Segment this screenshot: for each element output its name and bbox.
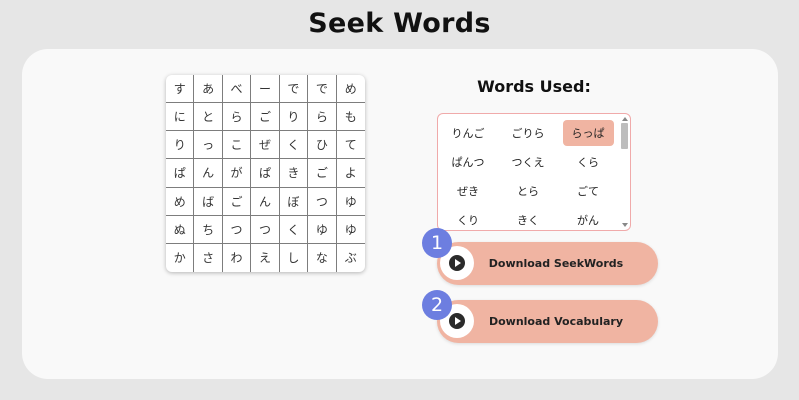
grid-cell[interactable]: あ: [194, 75, 223, 104]
grid-cell[interactable]: で: [308, 75, 337, 104]
grid-cell[interactable]: ご: [251, 103, 280, 132]
letter-grid: すあべーででめにとらごりらもりっこぜくひてぱんがぱきごよめばごんぼつゆぬちつつく…: [166, 75, 365, 272]
grid-cell[interactable]: ご: [308, 159, 337, 188]
word-label: らっぱ: [562, 119, 614, 146]
grid-cell[interactable]: っ: [194, 131, 223, 160]
grid-cell[interactable]: め: [336, 75, 365, 104]
grid-cell[interactable]: つ: [308, 187, 337, 216]
play-icon: [449, 313, 465, 329]
word-label: とら: [517, 184, 539, 198]
grid-cell[interactable]: し: [280, 243, 309, 272]
grid-cell[interactable]: ぶ: [337, 244, 365, 272]
grid-cell[interactable]: べ: [222, 75, 252, 104]
grid-cell[interactable]: め: [166, 187, 195, 216]
words-list-scrollbar[interactable]: [620, 116, 629, 228]
word-label: ぱんつ: [451, 155, 485, 169]
word-item[interactable]: くり: [438, 205, 498, 230]
word-item[interactable]: ごりら: [498, 118, 558, 147]
grid-cell[interactable]: ぱ: [251, 159, 280, 188]
grid-cell[interactable]: ん: [194, 159, 223, 188]
download-seekwords-button[interactable]: Download SeekWords: [437, 242, 658, 285]
word-label: つくえ: [511, 155, 545, 169]
word-label: ごて: [576, 184, 600, 198]
word-item[interactable]: らっぱ: [558, 118, 618, 147]
grid-cell[interactable]: ら: [308, 103, 337, 132]
grid-cell[interactable]: ゆ: [308, 215, 337, 244]
word-item[interactable]: ぜき: [438, 176, 498, 205]
grid-cell[interactable]: も: [336, 103, 365, 132]
grid-cell[interactable]: こ: [222, 131, 252, 160]
grid-cell[interactable]: ゆ: [336, 216, 365, 244]
scroll-thumb[interactable]: [621, 123, 628, 149]
page-title: Seek Words: [308, 8, 491, 39]
word-item[interactable]: ぱんつ: [438, 147, 498, 176]
word-label: ぜき: [457, 184, 479, 198]
download-vocabulary-button[interactable]: Download Vocabulary: [437, 300, 658, 343]
word-label: りんご: [451, 126, 485, 140]
main-panel: [22, 49, 778, 379]
download-seekwords-label: Download SeekWords: [488, 257, 624, 270]
grid-cell[interactable]: ご: [222, 187, 252, 216]
grid-cell[interactable]: が: [222, 159, 252, 188]
play-triangle-icon: [455, 317, 461, 325]
grid-cell[interactable]: り: [279, 103, 309, 132]
grid-cell[interactable]: ば: [194, 187, 223, 216]
grid-cell[interactable]: き: [279, 159, 309, 188]
step-badge-2: 2: [422, 290, 452, 320]
grid-cell[interactable]: と: [194, 103, 223, 132]
grid-cell[interactable]: り: [166, 131, 195, 160]
grid-cell[interactable]: ぱ: [166, 159, 195, 188]
grid-cell[interactable]: わ: [223, 243, 252, 272]
word-item[interactable]: きく: [498, 205, 558, 230]
play-icon: [449, 255, 465, 271]
download-vocabulary-label: Download Vocabulary: [488, 315, 624, 328]
grid-cell[interactable]: に: [166, 103, 195, 132]
scroll-down-arrow-icon[interactable]: [622, 223, 628, 227]
grid-cell[interactable]: ぬ: [166, 215, 195, 244]
grid-cell[interactable]: つ: [222, 215, 252, 244]
word-item[interactable]: くら: [558, 147, 618, 176]
words-list-grid: りんご ごりら らっぱぱんつ つくえ くらぜき とら ごてくり きく がん: [438, 118, 618, 230]
word-label: くら: [577, 155, 599, 169]
words-used-title: Words Used:: [477, 77, 591, 96]
words-list[interactable]: りんご ごりら らっぱぱんつ つくえ くらぜき とら ごてくり きく がん: [437, 113, 631, 231]
word-item[interactable]: りんご: [438, 118, 498, 147]
grid-cell[interactable]: す: [166, 75, 195, 104]
step-badge-1: 1: [422, 228, 452, 258]
grid-cell[interactable]: さ: [194, 243, 223, 272]
grid-cell[interactable]: ぜ: [251, 131, 280, 160]
grid-cell[interactable]: て: [336, 131, 365, 160]
word-label: ごりら: [511, 126, 545, 140]
word-label: がん: [577, 213, 599, 227]
grid-cell[interactable]: か: [166, 243, 195, 272]
grid-cell[interactable]: ぼ: [279, 187, 309, 216]
play-triangle-icon: [455, 259, 461, 267]
grid-cell[interactable]: ー: [251, 75, 280, 104]
word-item[interactable]: ごて: [558, 176, 618, 205]
word-item[interactable]: つくえ: [498, 147, 558, 176]
grid-cell[interactable]: く: [279, 131, 309, 160]
scroll-up-arrow-icon[interactable]: [622, 117, 628, 121]
grid-cell[interactable]: な: [308, 243, 337, 272]
grid-cell[interactable]: ゆ: [336, 188, 365, 216]
grid-cell[interactable]: つ: [251, 215, 280, 244]
word-label: きく: [517, 213, 539, 227]
grid-cell[interactable]: ん: [251, 187, 280, 216]
word-item[interactable]: とら: [498, 176, 558, 205]
grid-cell[interactable]: ひ: [308, 131, 337, 160]
grid-cell[interactable]: ら: [222, 103, 252, 132]
word-item[interactable]: がん: [558, 205, 618, 230]
grid-cell[interactable]: で: [279, 75, 309, 104]
grid-cell[interactable]: え: [251, 243, 280, 272]
grid-cell[interactable]: く: [279, 215, 309, 244]
grid-cell[interactable]: よ: [336, 159, 365, 188]
grid-cell[interactable]: ち: [194, 215, 223, 244]
word-label: くり: [457, 213, 479, 227]
